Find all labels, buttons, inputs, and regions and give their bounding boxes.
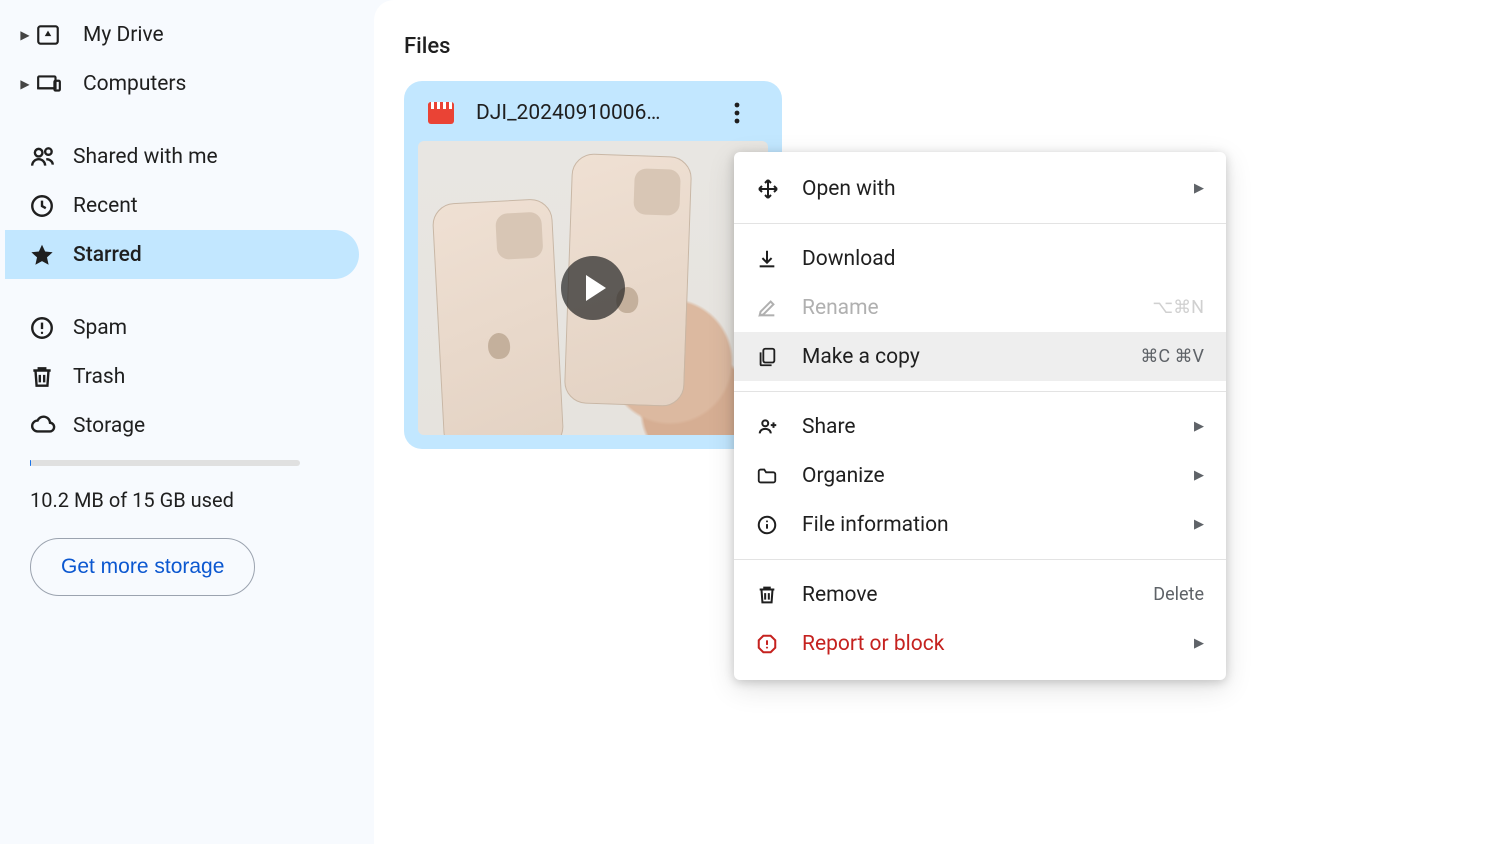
remove-icon [756, 584, 802, 606]
info-icon [756, 514, 802, 536]
menu-separator [734, 391, 1226, 392]
menu-item-remove[interactable]: Remove Delete [734, 570, 1226, 619]
expand-icon[interactable]: ▶ [15, 28, 35, 42]
menu-label: Make a copy [802, 345, 1140, 369]
trash-icon [25, 364, 73, 390]
menu-label: Report or block [802, 632, 1194, 656]
rename-icon [756, 297, 802, 319]
menu-item-share[interactable]: Share ▶ [734, 402, 1226, 451]
get-more-storage-button[interactable]: Get more storage [30, 538, 255, 596]
storage-usage-bar [30, 460, 300, 466]
chevron-right-icon: ▶ [1194, 517, 1204, 532]
sidebar-item-storage[interactable]: Storage [5, 401, 359, 450]
file-card-header: DJI_20240910006… [404, 81, 782, 141]
menu-item-open-with[interactable]: Open with ▶ [734, 164, 1226, 213]
menu-item-make-a-copy[interactable]: Make a copy ⌘C ⌘V [734, 332, 1226, 381]
menu-label: Open with [802, 177, 1194, 201]
storage-used-text: 10.2 MB of 15 GB used [30, 488, 344, 512]
menu-separator [734, 223, 1226, 224]
sidebar-item-my-drive[interactable]: ▶ My Drive [5, 10, 359, 59]
file-card[interactable]: DJI_20240910006… [404, 81, 782, 449]
menu-label: Remove [802, 583, 1153, 607]
expand-icon[interactable]: ▶ [15, 77, 35, 91]
sidebar-item-starred[interactable]: Starred [5, 230, 359, 279]
menu-shortcut: Delete [1153, 584, 1204, 605]
menu-item-report-or-block[interactable]: Report or block ▶ [734, 619, 1226, 668]
context-menu: Open with ▶ Download Rename ⌥⌘N Make a c… [734, 152, 1226, 680]
sidebar-item-trash[interactable]: Trash [5, 352, 359, 401]
chevron-right-icon: ▶ [1194, 468, 1204, 483]
nav-label: Trash [73, 365, 125, 389]
menu-item-download[interactable]: Download [734, 234, 1226, 283]
menu-label: Rename [802, 296, 1152, 320]
menu-shortcut: ⌘C ⌘V [1140, 346, 1204, 367]
my-drive-icon [35, 22, 83, 48]
sidebar-item-spam[interactable]: Spam [5, 303, 359, 352]
download-icon [756, 248, 802, 270]
menu-label: File information [802, 513, 1194, 537]
file-more-actions-button[interactable] [734, 102, 764, 124]
chevron-right-icon: ▶ [1194, 419, 1204, 434]
video-file-icon [428, 102, 454, 124]
chevron-right-icon: ▶ [1194, 636, 1204, 651]
storage-section: 10.2 MB of 15 GB used Get more storage [0, 450, 374, 606]
open-with-icon [756, 177, 802, 201]
nav-label: Recent [73, 194, 138, 218]
menu-item-file-information[interactable]: File information ▶ [734, 500, 1226, 549]
computers-icon [35, 71, 83, 97]
chevron-right-icon: ▶ [1194, 181, 1204, 196]
play-icon [561, 256, 625, 320]
menu-label: Download [802, 247, 1204, 271]
menu-label: Share [802, 415, 1194, 439]
nav-label: Shared with me [73, 145, 218, 169]
organize-icon [756, 465, 802, 487]
file-thumbnail[interactable] [418, 141, 768, 435]
recent-icon [25, 193, 73, 219]
report-icon [756, 633, 802, 655]
storage-icon [25, 413, 73, 439]
shared-icon [25, 144, 73, 170]
sidebar: ▶ My Drive ▶ Computers Shared with me Re… [0, 0, 374, 844]
sidebar-item-computers[interactable]: ▶ Computers [5, 59, 359, 108]
menu-shortcut: ⌥⌘N [1152, 297, 1204, 318]
copy-icon [756, 346, 802, 368]
menu-item-rename: Rename ⌥⌘N [734, 283, 1226, 332]
nav-label: Computers [83, 72, 186, 96]
section-title-files: Files [404, 34, 1470, 59]
menu-separator [734, 559, 1226, 560]
nav-label: Starred [73, 243, 142, 267]
sidebar-item-recent[interactable]: Recent [5, 181, 359, 230]
menu-label: Organize [802, 464, 1194, 488]
file-name: DJI_20240910006… [476, 101, 734, 125]
menu-item-organize[interactable]: Organize ▶ [734, 451, 1226, 500]
spam-icon [25, 315, 73, 341]
nav-label: My Drive [83, 23, 164, 47]
nav-label: Storage [73, 414, 145, 438]
nav-label: Spam [73, 316, 127, 340]
share-icon [756, 416, 802, 438]
starred-icon [25, 242, 73, 268]
sidebar-item-shared-with-me[interactable]: Shared with me [5, 132, 359, 181]
